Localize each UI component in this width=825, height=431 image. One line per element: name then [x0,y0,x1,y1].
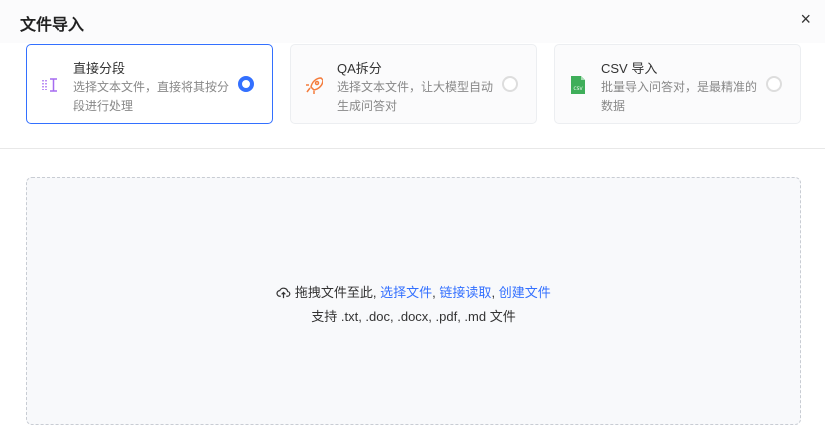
supported-formats: 支持 .txt, .doc, .docx, .pdf, .md 文件 [311,309,516,324]
svg-text:CSV: CSV [573,86,583,92]
rocket-icon [306,77,323,94]
dialog-title: 文件导入 [20,17,85,34]
separator: , [491,285,496,300]
create-file-link[interactable]: 创建文件 [499,285,551,300]
option-name: 直接分段 [73,61,126,76]
link-read-link[interactable]: 链接读取 [439,285,491,300]
dialog-header: 文件导入 × [0,0,825,43]
select-file-link[interactable]: 选择文件 [380,285,432,300]
option-desc: 批量导入问答对，是最精准的数据 [601,80,758,113]
divider [0,148,825,149]
close-icon[interactable]: × [800,9,811,30]
option-radio[interactable] [766,76,782,92]
option-name: CSV 导入 [601,61,658,76]
option-csv-import[interactable]: CSV CSV 导入 批量导入问答对，是最精准的数据 [554,44,801,124]
option-direct-split[interactable]: 直接分段 选择文本文件，直接将其按分段进行处理 [26,44,273,124]
option-qa-split[interactable]: QA拆分 选择文本文件，让大模型自动生成问答对 [290,44,537,124]
option-name: QA拆分 [337,61,382,76]
drop-prompt: 拖拽文件至此, [294,285,377,300]
option-desc: 选择文本文件，直接将其按分段进行处理 [73,80,230,113]
separator: , [432,285,436,300]
csv-file-icon: CSV [571,76,585,94]
cloud-upload-icon [276,287,291,299]
file-drop-zone[interactable]: 拖拽文件至此, 选择文件, 链接读取, 创建文件 支持 .txt, .doc, … [26,177,801,425]
option-radio[interactable] [238,76,254,92]
text-split-icon [42,78,57,92]
option-radio[interactable] [502,76,518,92]
option-desc: 选择文本文件，让大模型自动生成问答对 [337,80,494,113]
